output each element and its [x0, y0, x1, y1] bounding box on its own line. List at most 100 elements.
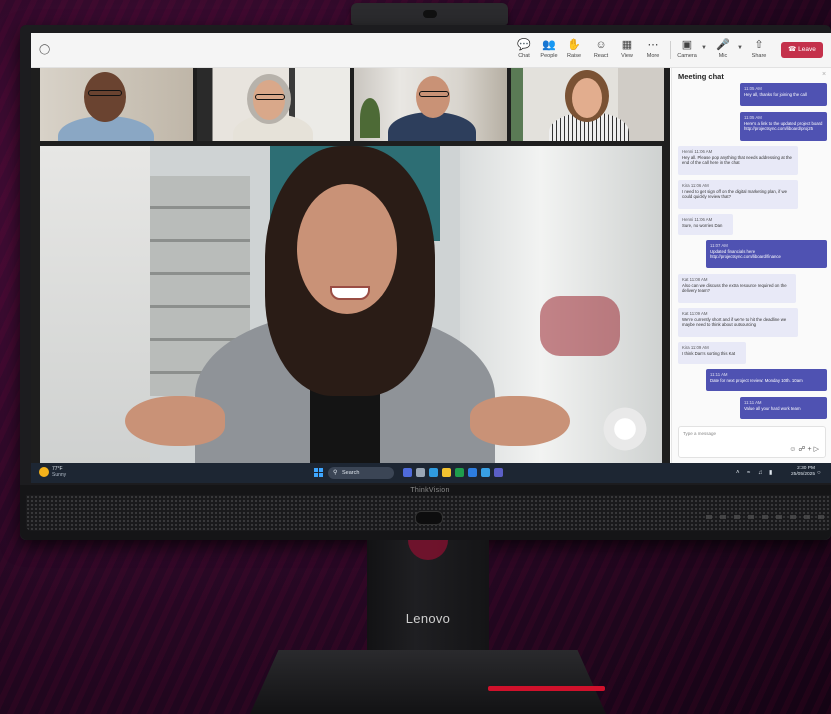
glasses	[255, 94, 285, 100]
raise-label: Raise	[566, 53, 582, 59]
app-icon[interactable]	[481, 468, 490, 477]
attach-icon[interactable]: ☍	[798, 446, 807, 453]
flower	[600, 404, 650, 454]
message-time: Kat 11:08 AM	[682, 277, 708, 282]
camera-icon: ▣	[681, 39, 693, 51]
taskbar-search[interactable]: ⚲ Search	[328, 467, 394, 479]
share-button[interactable]: ⇧ Share	[744, 38, 774, 60]
base-stripe	[488, 686, 605, 691]
participant-tile[interactable]	[511, 68, 664, 141]
leave-button[interactable]: ☎ Leave	[781, 42, 823, 58]
compose-tools: ☺☍+▷	[789, 445, 821, 453]
participant-tile[interactable]	[40, 68, 193, 141]
red-chair	[540, 296, 620, 356]
widgets-icon[interactable]	[416, 468, 425, 477]
chat-message: Henni 11:06 AM Hey all. Please pop anyth…	[678, 146, 798, 175]
screen: ◯ 💬 Chat 👥 People ✋ Raise ☺ React ▦ View…	[31, 33, 831, 483]
video-gallery	[31, 68, 670, 463]
chat-message: 11:11 AM Value all your hard work team	[740, 397, 827, 419]
meeting-toolbar: ◯ 💬 Chat 👥 People ✋ Raise ☺ React ▦ View…	[31, 33, 831, 68]
search-label: Search	[342, 470, 360, 476]
toolbar-divider	[670, 41, 671, 59]
shield-icon: ◯	[39, 44, 51, 55]
mic-label: Mic	[718, 53, 728, 59]
participant-head	[84, 72, 126, 122]
chevron-up-icon[interactable]: ˄	[736, 468, 740, 478]
message-text: Here's a link to the updated project boa…	[744, 120, 823, 132]
speaker-smile	[330, 286, 370, 300]
chat-compose-box[interactable]: Type a message ☺☍+▷	[678, 426, 826, 458]
message-text: Hey all. Please pop anything that needs …	[682, 154, 792, 166]
send-icon[interactable]: ▷	[814, 446, 821, 453]
chat-message: Kat 11:09 AM We're currently short and i…	[678, 308, 798, 337]
message-time: Henni 11:06 AM	[682, 149, 713, 154]
chat-message: 11:11 AM Date for next project review: M…	[706, 369, 827, 391]
speaker-right-hand	[470, 396, 570, 446]
chat-message: Kat 11:08 AM Also can we discuss the ext…	[678, 274, 796, 303]
message-text: Sure, no worries Dan	[682, 222, 723, 228]
volume-icon[interactable]: ♫	[758, 468, 763, 478]
camera-label: Camera	[677, 53, 697, 59]
active-speaker-video[interactable]	[40, 146, 662, 463]
message-text: I think Dan's sorting this Kat	[682, 350, 736, 356]
message-time: Kat 11:09 AM	[682, 311, 708, 316]
more-label: More	[646, 53, 660, 59]
message-time: Kira 11:06 AM	[682, 183, 709, 188]
chat-message: Kira 11:09 AM I think Dan's sorting this…	[678, 342, 746, 364]
leave-label: Leave	[798, 46, 816, 53]
share-label: Share	[751, 53, 767, 59]
weather-condition: Sunny	[52, 472, 67, 478]
phone-hangup-icon: ☎	[788, 46, 797, 53]
participant-tile[interactable]	[197, 68, 350, 141]
participant-head	[572, 78, 602, 118]
taskbar: 77°F Sunny ⚲ Search ˄ ≈ ♫ ▮ 2:30 PM 25/0…	[31, 463, 831, 483]
meeting-chat-panel: Meeting chat × 11:05 AM Hey all, thanks …	[671, 68, 831, 463]
edge-icon[interactable]	[429, 468, 438, 477]
speaker-left-hand	[125, 396, 225, 446]
webcam	[351, 3, 508, 25]
more-button[interactable]: ⋯ More	[638, 38, 668, 60]
store-icon[interactable]	[455, 468, 464, 477]
sun-icon	[39, 467, 49, 477]
windows-start-icon[interactable]	[314, 468, 323, 477]
stand-brand: Lenovo	[405, 611, 451, 626]
message-text: Hey all, thanks for joining the call	[744, 91, 807, 97]
status-leds	[706, 515, 826, 519]
participant-tile[interactable]	[354, 68, 507, 141]
chevron-down-icon[interactable]: ▼	[737, 45, 743, 51]
battery-icon[interactable]: ▮	[769, 468, 772, 478]
camera-button[interactable]: ▣ Camera	[672, 38, 702, 60]
chat-message: 11:05 AM Here's a link to the updated pr…	[740, 112, 827, 141]
message-time: 11:05 AM	[744, 115, 762, 120]
close-icon[interactable]: ×	[822, 71, 826, 78]
glasses	[88, 90, 122, 96]
taskbar-clock[interactable]: 2:30 PM 25/05/2025	[791, 466, 815, 478]
wifi-icon[interactable]: ≈	[747, 468, 750, 478]
notification-bell-icon[interactable]: ○	[817, 468, 821, 478]
participant-head	[253, 80, 285, 120]
compose-placeholder: Type a message	[683, 431, 717, 436]
outlook-icon[interactable]	[468, 468, 477, 477]
glasses	[419, 91, 449, 97]
task-view-icon[interactable]	[403, 468, 412, 477]
chat-title: Meeting chat	[678, 72, 724, 81]
chevron-down-icon[interactable]: ▼	[701, 45, 707, 51]
message-time: Kira 11:09 AM	[682, 345, 709, 350]
message-time: 11:07 AM	[710, 243, 728, 248]
message-text: Date for next project review: Monday 10t…	[710, 377, 803, 383]
chat-message: 11:05 AM Hey all, thanks for joining the…	[740, 83, 827, 106]
bezel-brand: ThinkVision	[410, 487, 450, 494]
teams-icon[interactable]	[494, 468, 503, 477]
mic-button[interactable]: 🎤 Mic	[708, 38, 738, 60]
chat-message: 11:07 AM Updated financials here http://…	[706, 240, 827, 268]
power-button[interactable]	[415, 511, 443, 525]
file-explorer-icon[interactable]	[442, 468, 451, 477]
message-time: 11:11 AM	[744, 400, 762, 405]
message-text: Also can we discuss the extra resource r…	[682, 282, 787, 294]
chat-message: Henni 11:06 AM Sure, no worries Dan	[678, 214, 733, 235]
message-text: I need to get sign off on the digital ma…	[682, 188, 788, 200]
clock-date: 25/05/2025	[791, 472, 816, 477]
hand-icon: ✋	[567, 39, 581, 51]
participant-head	[416, 76, 450, 118]
raise-hand-button[interactable]: ✋ Raise	[559, 38, 589, 60]
